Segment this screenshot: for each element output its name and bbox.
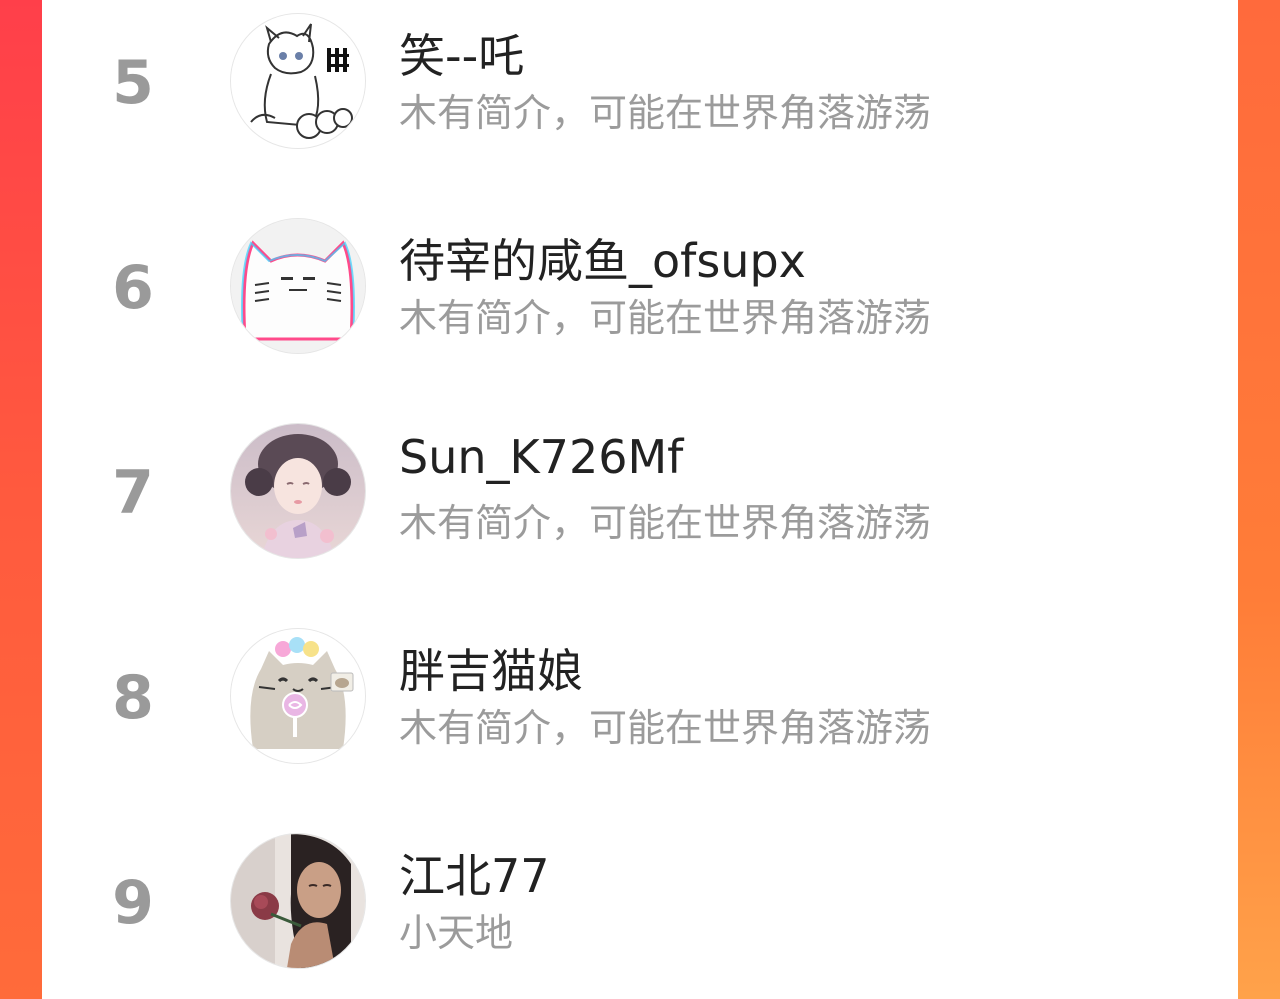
ranking-list: 5 笑--吒 木有简介，可能在世界角落游荡 6 待宰的咸鱼_ofsupx 木有简… (42, 0, 1238, 999)
user-bio: 木有简介，可能在世界角落游荡 (399, 706, 932, 750)
user-bio: 木有简介，可能在世界角落游荡 (399, 501, 932, 545)
pusheen-cat-avatar-icon (231, 629, 365, 763)
frame-right-border (1238, 0, 1280, 999)
rank-number: 7 (112, 458, 154, 528)
list-item[interactable]: 8 胖吉猫娘 木有简介，可能在世界角落游荡 (42, 615, 1238, 775)
rank-number: 8 (112, 663, 154, 733)
list-item[interactable]: 6 待宰的咸鱼_ofsupx 木有简介，可能在世界角落游荡 (42, 205, 1238, 365)
user-name[interactable]: 胖吉猫娘 (399, 635, 583, 701)
anime-girl-avatar-icon (231, 424, 365, 558)
rank-number: 5 (112, 48, 154, 118)
user-avatar[interactable] (230, 628, 366, 764)
user-avatar[interactable] (230, 423, 366, 559)
list-item[interactable]: 9 江北77 小天地 (42, 820, 1238, 980)
user-avatar[interactable] (230, 218, 366, 354)
user-name[interactable]: 待宰的咸鱼_ofsupx (399, 225, 806, 291)
sketch-horse-avatar-icon (231, 14, 365, 148)
user-name[interactable]: 笑--吒 (399, 20, 524, 86)
user-avatar[interactable] (230, 13, 366, 149)
user-bio: 木有简介，可能在世界角落游荡 (399, 91, 932, 135)
user-bio: 木有简介，可能在世界角落游荡 (399, 296, 932, 340)
list-item[interactable]: 5 笑--吒 木有简介，可能在世界角落游荡 (42, 0, 1238, 160)
user-bio: 小天地 (399, 911, 514, 955)
user-name[interactable]: 江北77 (399, 840, 550, 906)
user-avatar[interactable] (230, 833, 366, 969)
rank-number: 9 (112, 868, 154, 938)
list-item[interactable]: 7 Sun_K726Mf 木有简介，可能在世界角落游荡 (42, 410, 1238, 570)
rank-number: 6 (112, 253, 154, 323)
frame-left-border (0, 0, 42, 999)
user-name[interactable]: Sun_K726Mf (399, 430, 683, 484)
girl-with-rose-avatar-icon (231, 834, 365, 968)
glitch-cat-avatar-icon (231, 219, 365, 353)
